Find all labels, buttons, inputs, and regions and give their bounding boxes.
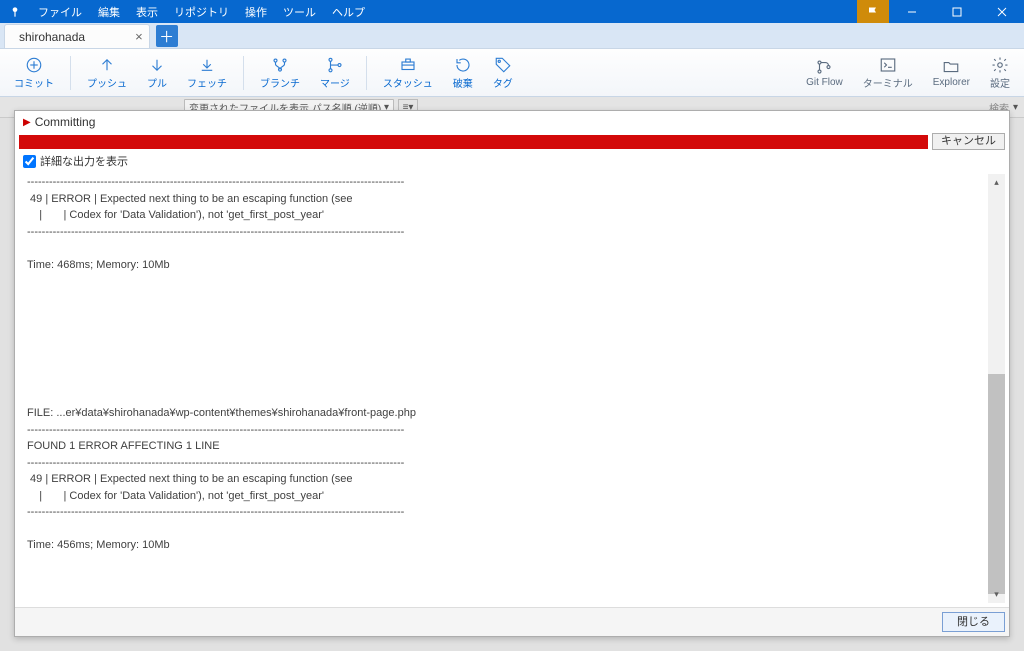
window-minimize-icon[interactable] xyxy=(889,0,934,23)
commit-button[interactable]: コミット xyxy=(4,53,64,92)
terminal-button[interactable]: ターミナル xyxy=(853,53,923,92)
pull-button[interactable]: プル xyxy=(137,53,177,92)
tab-strip: shirohanada × ＋ xyxy=(0,23,1024,49)
menu-help[interactable]: ヘルプ xyxy=(324,4,373,20)
menu-tools[interactable]: ツール xyxy=(275,4,324,20)
gitflow-button[interactable]: Git Flow xyxy=(796,53,853,92)
settings-button[interactable]: 設定 xyxy=(980,53,1020,92)
menu-action[interactable]: 操作 xyxy=(237,4,275,20)
commit-icon xyxy=(25,55,43,75)
fetch-icon xyxy=(198,55,216,75)
gitflow-icon xyxy=(815,57,833,77)
window-close-icon[interactable] xyxy=(979,0,1024,23)
pull-icon xyxy=(148,55,166,75)
menu-edit[interactable]: 編集 xyxy=(90,4,128,20)
discard-icon xyxy=(454,55,472,75)
terminal-icon xyxy=(879,55,897,75)
window-maximize-icon[interactable] xyxy=(934,0,979,23)
main-menu: ファイル 編集 表示 リポジトリ 操作 ツール ヘルプ xyxy=(30,4,373,20)
explorer-button[interactable]: Explorer xyxy=(923,53,980,92)
toolbar: コミット プッシュ プル フェッチ ブランチ マージ スタッシュ 破棄 タグ G… xyxy=(0,49,1024,97)
menu-file[interactable]: ファイル xyxy=(30,4,90,20)
merge-button[interactable]: マージ xyxy=(310,53,360,92)
scroll-down-icon[interactable]: ▾ xyxy=(988,586,1005,603)
scroll-thumb[interactable] xyxy=(988,374,1005,594)
push-icon xyxy=(98,55,116,75)
tab-repo[interactable]: shirohanada × xyxy=(4,24,150,48)
menu-view[interactable]: 表示 xyxy=(128,4,166,20)
fetch-button[interactable]: フェッチ xyxy=(177,53,237,92)
gear-icon xyxy=(991,55,1009,75)
discard-button[interactable]: 破棄 xyxy=(443,53,483,92)
cancel-button[interactable]: キャンセル xyxy=(932,133,1005,150)
branch-icon xyxy=(271,55,289,75)
tab-label: shirohanada xyxy=(19,30,85,44)
stash-button[interactable]: スタッシュ xyxy=(373,53,443,92)
dialog-title: ▶Committing xyxy=(15,111,1009,133)
tag-button[interactable]: タグ xyxy=(483,53,523,92)
tag-icon xyxy=(494,55,512,75)
explorer-icon xyxy=(942,57,960,77)
close-button[interactable]: 閉じる xyxy=(942,612,1005,632)
titlebar: ファイル 編集 表示 リポジトリ 操作 ツール ヘルプ xyxy=(0,0,1024,23)
tab-close-icon[interactable]: × xyxy=(135,29,143,44)
detail-output-checkbox[interactable] xyxy=(23,155,36,168)
progress-bar xyxy=(19,135,928,149)
stash-icon xyxy=(399,55,417,75)
detail-output-label: 詳細な出力を表示 xyxy=(40,153,128,169)
scrollbar[interactable]: ▴ ▾ xyxy=(988,174,1005,603)
notification-flag-icon[interactable] xyxy=(857,0,889,23)
log-output: ----------------------------------------… xyxy=(27,174,983,603)
app-logo-icon xyxy=(0,5,30,19)
search-dropdown-icon[interactable]: ▾ xyxy=(1013,102,1018,113)
scroll-up-icon[interactable]: ▴ xyxy=(988,174,1005,191)
merge-icon xyxy=(326,55,344,75)
commit-dialog: ▶Committing キャンセル 詳細な出力を表示 -------------… xyxy=(14,110,1010,637)
tab-add-button[interactable]: ＋ xyxy=(156,25,178,47)
menu-repo[interactable]: リポジトリ xyxy=(166,4,237,20)
branch-button[interactable]: ブランチ xyxy=(250,53,310,92)
push-button[interactable]: プッシュ xyxy=(77,53,137,92)
